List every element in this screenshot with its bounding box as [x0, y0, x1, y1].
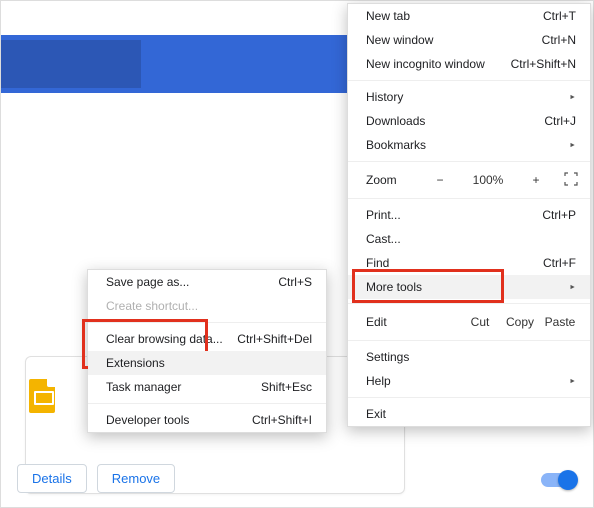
menu-label: New window — [366, 33, 433, 47]
menu-shortcut: Ctrl+S — [278, 275, 312, 289]
edit-label: Edit — [366, 315, 460, 329]
menu-edit-row: Edit Cut Copy Paste — [348, 308, 590, 336]
submenu-create-shortcut: Create shortcut... — [88, 294, 326, 318]
menu-help[interactable]: Help — [348, 369, 590, 393]
menu-new-incognito[interactable]: New incognito window Ctrl+Shift+N — [348, 52, 590, 76]
zoom-out-button[interactable]: − — [420, 173, 460, 187]
menu-separator — [348, 161, 590, 162]
submenu-task-manager[interactable]: Task manager Shift+Esc — [88, 375, 326, 399]
menu-label: New tab — [366, 9, 410, 23]
menu-settings[interactable]: Settings — [348, 345, 590, 369]
menu-separator — [88, 403, 326, 404]
menu-label: More tools — [366, 280, 422, 294]
menu-label: Help — [366, 374, 391, 388]
menu-zoom-row: Zoom − 100% + — [348, 166, 590, 194]
menu-label: Task manager — [106, 380, 181, 394]
menu-separator — [88, 322, 326, 323]
paste-button[interactable]: Paste — [540, 315, 580, 329]
menu-history[interactable]: History — [348, 85, 590, 109]
menu-label: Save page as... — [106, 275, 189, 289]
menu-shortcut: Shift+Esc — [261, 380, 312, 394]
menu-label: Exit — [366, 407, 386, 421]
menu-shortcut: Ctrl+F — [543, 256, 576, 270]
menu-label: Settings — [366, 350, 409, 364]
cut-button[interactable]: Cut — [460, 315, 500, 329]
menu-exit[interactable]: Exit — [348, 402, 590, 426]
menu-new-tab[interactable]: New tab Ctrl+T — [348, 4, 590, 28]
extension-toggle[interactable] — [541, 473, 575, 487]
submenu-save-page-as[interactable]: Save page as... Ctrl+S — [88, 270, 326, 294]
zoom-label: Zoom — [366, 173, 412, 187]
menu-find[interactable]: Find Ctrl+F — [348, 251, 590, 275]
page-header-bar — [1, 35, 349, 93]
menu-shortcut: Ctrl+N — [542, 33, 576, 47]
menu-shortcut: Ctrl+Shift+I — [252, 413, 312, 427]
details-button[interactable]: Details — [17, 464, 87, 493]
menu-label: Bookmarks — [366, 138, 426, 152]
menu-label: Downloads — [366, 114, 425, 128]
menu-separator — [348, 397, 590, 398]
menu-more-tools[interactable]: More tools — [348, 275, 590, 299]
menu-label: Clear browsing data... — [106, 332, 223, 346]
menu-bookmarks[interactable]: Bookmarks — [348, 133, 590, 157]
menu-print[interactable]: Print... Ctrl+P — [348, 203, 590, 227]
submenu-developer-tools[interactable]: Developer tools Ctrl+Shift+I — [88, 408, 326, 432]
menu-more-tools-row[interactable]: More tools — [348, 275, 590, 299]
menu-label: Extensions — [106, 356, 165, 370]
menu-separator — [348, 198, 590, 199]
menu-shortcut: Ctrl+Shift+N — [511, 57, 576, 71]
menu-separator — [348, 340, 590, 341]
slides-icon — [29, 379, 55, 413]
menu-label: Create shortcut... — [106, 299, 198, 313]
menu-label: Find — [366, 256, 389, 270]
menu-separator — [348, 80, 590, 81]
zoom-value: 100% — [468, 173, 508, 187]
menu-shortcut: Ctrl+P — [542, 208, 576, 222]
menu-cast[interactable]: Cast... — [348, 227, 590, 251]
menu-shortcut: Ctrl+Shift+Del — [237, 332, 312, 346]
zoom-in-button[interactable]: + — [516, 173, 556, 187]
fullscreen-icon[interactable] — [564, 172, 580, 189]
more-tools-submenu: Save page as... Ctrl+S Create shortcut..… — [87, 269, 327, 433]
menu-separator — [348, 303, 590, 304]
menu-label: Developer tools — [106, 413, 189, 427]
copy-button[interactable]: Copy — [500, 315, 540, 329]
header-darker-block — [1, 40, 141, 88]
menu-label: History — [366, 90, 403, 104]
menu-downloads[interactable]: Downloads Ctrl+J — [348, 109, 590, 133]
chrome-menu: New tab Ctrl+T New window Ctrl+N New inc… — [347, 3, 591, 427]
menu-label: Cast... — [366, 232, 401, 246]
menu-new-window[interactable]: New window Ctrl+N — [348, 28, 590, 52]
submenu-extensions[interactable]: Extensions — [88, 351, 326, 375]
menu-shortcut: Ctrl+J — [544, 114, 576, 128]
menu-label: Print... — [366, 208, 401, 222]
menu-shortcut: Ctrl+T — [543, 9, 576, 23]
remove-button[interactable]: Remove — [97, 464, 175, 493]
menu-label: New incognito window — [366, 57, 485, 71]
submenu-clear-browsing-data[interactable]: Clear browsing data... Ctrl+Shift+Del — [88, 327, 326, 351]
